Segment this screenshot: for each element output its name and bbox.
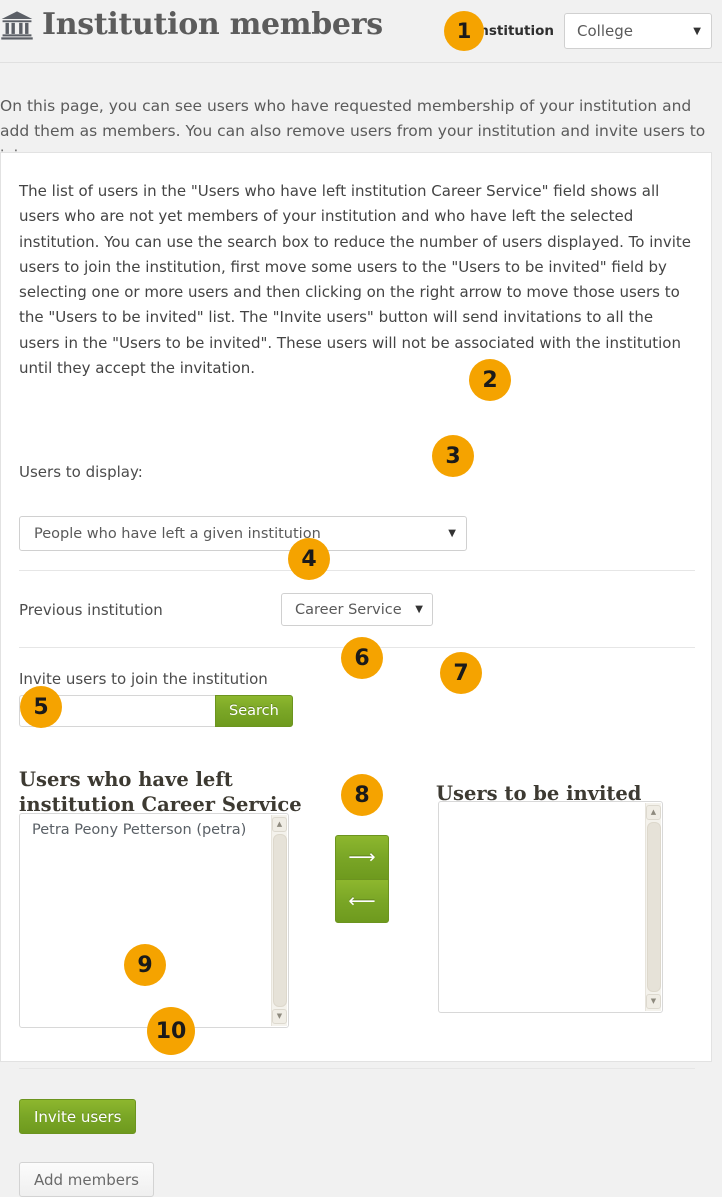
- chevron-down-icon: ▼: [415, 604, 423, 615]
- chevron-down-icon: ▼: [693, 25, 701, 37]
- divider: [19, 570, 695, 571]
- callout-badge-2: 2: [469, 359, 511, 401]
- left-list-heading: Users who have left institution Career S…: [19, 768, 302, 817]
- previous-institution-label: Previous institution: [19, 601, 163, 619]
- callout-badge-6: 6: [341, 637, 383, 679]
- callout-badge-4: 4: [288, 538, 330, 580]
- listbox-scrollbar[interactable]: ▲ ▼: [271, 815, 287, 1026]
- listbox-scrollbar[interactable]: ▲ ▼: [645, 803, 661, 1011]
- divider: [19, 1068, 695, 1069]
- panel-description-text: The list of users in the "Users who have…: [19, 182, 692, 378]
- invite-users-label: Invite users to join the institution: [19, 670, 268, 688]
- move-left-button[interactable]: ⟵: [335, 879, 389, 923]
- page-header: Institution members Institution College …: [0, 0, 722, 63]
- institution-select[interactable]: College ▼: [564, 13, 712, 49]
- users-to-display-select[interactable]: People who have left a given institution…: [19, 516, 467, 551]
- scroll-up-icon[interactable]: ▲: [272, 817, 287, 832]
- users-to-display-value: People who have left a given institution: [34, 525, 321, 542]
- callout-badge-9: 9: [124, 944, 166, 986]
- page-title: Institution members: [42, 7, 383, 42]
- users-left-institution-listbox[interactable]: Petra Peony Petterson (petra) ▲ ▼: [19, 813, 289, 1028]
- bank-institution-icon: [1, 11, 33, 40]
- callout-badge-5: 5: [20, 686, 62, 728]
- users-to-be-invited-listbox[interactable]: ▲ ▼: [438, 801, 663, 1013]
- institution-label: Institution: [474, 23, 554, 39]
- list-item[interactable]: Petra Peony Petterson (petra): [20, 814, 288, 840]
- scroll-up-icon[interactable]: ▲: [646, 805, 661, 820]
- search-button[interactable]: Search: [215, 695, 293, 727]
- page-title-group: Institution members: [0, 8, 383, 42]
- users-to-display-label: Users to display:: [19, 463, 143, 481]
- callout-badge-3: 3: [432, 435, 474, 477]
- main-panel: The list of users in the "Users who have…: [0, 152, 712, 1197]
- callout-badge-10: 10: [147, 1007, 195, 1055]
- callout-badge-1: 1: [444, 11, 484, 51]
- transfer-buttons-group: ⟶ ⟵: [335, 835, 389, 923]
- scroll-down-icon[interactable]: ▼: [646, 994, 661, 1009]
- add-members-button[interactable]: Add members: [19, 1162, 154, 1197]
- scroll-down-icon[interactable]: ▼: [272, 1009, 287, 1024]
- previous-institution-value: Career Service: [295, 601, 402, 618]
- chevron-down-icon: ▼: [448, 528, 456, 539]
- scrollbar-thumb[interactable]: [646, 822, 661, 992]
- move-right-button[interactable]: ⟶: [335, 835, 389, 879]
- scrollbar-thumb[interactable]: [272, 834, 287, 1007]
- institution-selector-group: Institution College ▼: [474, 13, 712, 49]
- invite-users-button[interactable]: Invite users: [19, 1099, 137, 1134]
- previous-institution-select[interactable]: Career Service ▼: [281, 593, 433, 626]
- callout-badge-7: 7: [440, 652, 482, 694]
- institution-select-value: College: [577, 22, 633, 40]
- callout-badge-8: 8: [341, 774, 383, 816]
